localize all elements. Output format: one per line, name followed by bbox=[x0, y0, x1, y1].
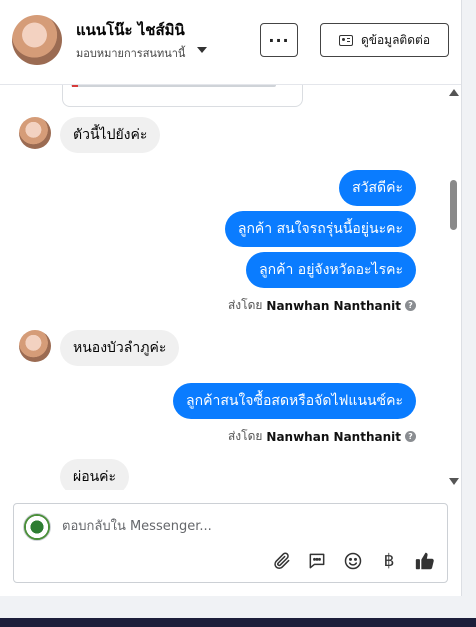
attachment-icon[interactable] bbox=[271, 550, 293, 572]
saved-replies-icon[interactable] bbox=[306, 550, 328, 572]
baht-payment-icon[interactable]: ฿ bbox=[378, 550, 400, 572]
conversation-header: แนนโน๊ะ ไชส์มินิ มอบหมายการสนทนานี้ ··· … bbox=[0, 0, 461, 85]
scroll-up-arrow-icon[interactable] bbox=[449, 89, 459, 96]
outgoing-message[interactable]: ลูกค้า อยู่จังหวัดอะไรคะ bbox=[246, 252, 416, 288]
contact-avatar[interactable] bbox=[12, 15, 62, 65]
incoming-message[interactable]: ตัวนี้ไปยังค่ะ bbox=[60, 117, 161, 153]
sent-by-prefix: ส่งโดย bbox=[227, 429, 263, 443]
chevron-down-icon[interactable] bbox=[197, 47, 207, 53]
view-contact-info-button[interactable]: ดูข้อมูลติดต่อ bbox=[320, 23, 449, 57]
outgoing-message[interactable]: ลูกค้าสนใจซื้อสดหรือจัดไฟแนนซ์คะ bbox=[173, 383, 416, 419]
card-caption bbox=[71, 85, 276, 87]
message-thread[interactable]: ตัวนี้ไปยังค่ะ สวัสดีค่ะ ลูกค้า สนใจรถรุ… bbox=[0, 85, 446, 490]
sent-by-prefix: ส่งโดย bbox=[227, 298, 263, 312]
conversation-panel: แนนโน๊ะ ไชส์มินิ มอบหมายการสนทนานี้ ··· … bbox=[0, 0, 462, 596]
page-logo-avatar bbox=[23, 513, 51, 541]
sender-avatar[interactable] bbox=[19, 330, 51, 362]
card-thumbnail bbox=[72, 85, 78, 87]
scroll-down-arrow-icon[interactable] bbox=[449, 478, 459, 485]
sent-by-line: ส่งโดย Nanwhan Nanthanit ? bbox=[228, 296, 416, 315]
help-icon[interactable]: ? bbox=[405, 431, 416, 442]
scrollbar-thumb[interactable] bbox=[450, 180, 457, 230]
incoming-message[interactable]: ผ่อนค่ะ bbox=[60, 459, 130, 490]
sent-by-name: Nanwhan Nanthanit bbox=[266, 298, 401, 313]
window-bottom-edge bbox=[0, 618, 476, 627]
sent-by-name: Nanwhan Nanthanit bbox=[266, 429, 401, 444]
thumbs-up-icon[interactable] bbox=[414, 550, 436, 572]
reply-composer: ฿ bbox=[13, 503, 448, 583]
outgoing-message[interactable]: ลูกค้า สนใจรถรุ่นนี้อยู่นะคะ bbox=[224, 211, 416, 247]
contact-card-icon bbox=[338, 34, 353, 46]
emoji-icon[interactable] bbox=[342, 550, 364, 572]
incoming-message[interactable]: หนองบัวลำภูค่ะ bbox=[60, 330, 180, 366]
contact-name[interactable]: แนนโน๊ะ ไชส์มินิ bbox=[76, 18, 185, 42]
reply-input[interactable] bbox=[62, 516, 432, 536]
more-options-button[interactable]: ··· bbox=[260, 23, 298, 57]
sender-avatar[interactable] bbox=[19, 117, 51, 149]
sent-by-line: ส่งโดย Nanwhan Nanthanit ? bbox=[228, 427, 416, 446]
help-icon[interactable]: ? bbox=[405, 300, 416, 311]
shared-post-card[interactable] bbox=[62, 85, 303, 107]
view-contact-info-label: ดูข้อมูลติดต่อ bbox=[360, 32, 431, 47]
assign-conversation-label[interactable]: มอบหมายการสนทนานี้ bbox=[76, 44, 185, 62]
outgoing-message[interactable]: สวัสดีค่ะ bbox=[339, 170, 416, 206]
